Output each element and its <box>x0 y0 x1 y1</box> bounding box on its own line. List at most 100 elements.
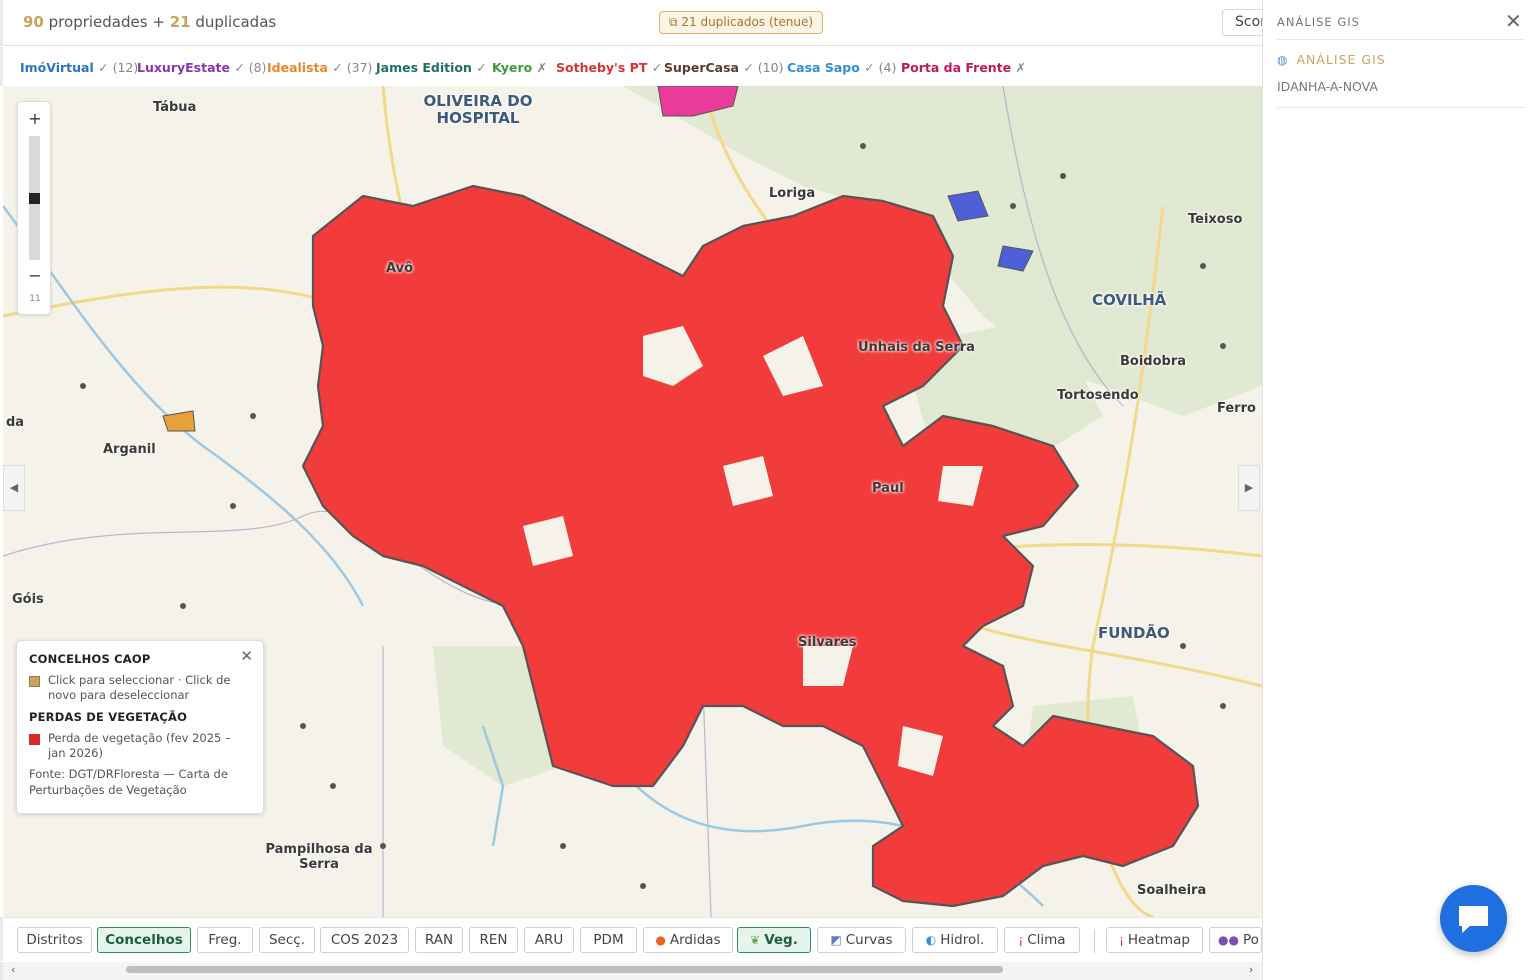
layer-aru-button[interactable]: ARU <box>524 927 574 953</box>
place-arganil: Arganil <box>103 442 156 457</box>
section-title: ANÁLISE GIS <box>1296 52 1386 67</box>
legend-title-vegetacao: PERDAS DE VEGETAÇÃO <box>29 710 188 724</box>
leaf-icon: ❦ <box>750 933 761 947</box>
duplicate-count: 21 <box>169 13 191 31</box>
scroll-right-icon[interactable]: › <box>1249 963 1253 976</box>
source-name: Casa Sapo <box>787 60 860 75</box>
thermometer-icon: ¡ <box>1119 933 1124 947</box>
collapse-left-button[interactable]: ◀ <box>3 465 25 511</box>
zoom-control: + − 11 <box>17 101 51 315</box>
expand-right-button[interactable]: ▶ <box>1238 465 1260 511</box>
layer-pdm-button[interactable]: PDM <box>580 927 637 953</box>
top-bar: 90 propriedades + 21 duplicadas ⧉ 21 dup… <box>0 0 1282 46</box>
legend-source: Fonte: DGT/DRFloresta — Carta de Perturb… <box>29 767 228 797</box>
source-porta-da-frente[interactable]: Porta da Frente ✗ <box>901 60 1026 75</box>
people-icon: ●● <box>1218 933 1239 947</box>
layer-seccoes-button[interactable]: Secç. <box>259 927 315 953</box>
layer-vegetacao-button[interactable]: ❦ Veg. <box>737 927 811 953</box>
legend-item-label: Perda de vegetação (fev 2025 – jan 2026) <box>48 731 231 760</box>
source-name: Kyero <box>492 60 533 75</box>
layer-toolbar: Distritos Concelhos Freg. Secç. COS 2023… <box>0 917 1262 961</box>
place-fundao: FUNDÃO <box>1098 624 1170 642</box>
scroll-left-icon[interactable]: ‹ <box>11 963 15 976</box>
source-imovirtual[interactable]: ImóVirtual ✓ (12) <box>20 60 138 75</box>
layer-clima-label: Clima <box>1027 932 1066 948</box>
gis-analysis-panel: ANÁLISE GIS ✕ ◍ ANÁLISE GIS IDANHA-A-NOVA <box>1262 0 1536 980</box>
toolbar-divider <box>1094 929 1095 953</box>
place-tortosendo: Tortosendo <box>1057 388 1139 403</box>
zoom-in-button[interactable]: + <box>18 109 52 128</box>
layer-ren-button[interactable]: REN <box>469 927 518 953</box>
zoom-slider-handle[interactable] <box>29 193 40 204</box>
toolbar-scrollbar[interactable]: ‹ › <box>0 962 1262 980</box>
layer-distritos-button[interactable]: Distritos <box>17 927 92 953</box>
zoom-level: 11 <box>29 294 41 304</box>
layer-ran-button[interactable]: RAN <box>415 927 463 953</box>
chat-button[interactable] <box>1440 885 1507 952</box>
layer-hidrologia-button[interactable]: ◐ Hidrol. <box>912 927 998 953</box>
chart-icon: ◩ <box>830 933 842 947</box>
place-gois: Góis <box>12 592 44 607</box>
place-paul: Paul <box>872 481 904 496</box>
place-pampilhosa-da-serra: Pampilhosa da Serra <box>265 842 373 872</box>
layer-curvas-label: Curvas <box>845 932 893 948</box>
chat-icon <box>1459 906 1488 933</box>
source-name: ImóVirtual <box>20 60 94 75</box>
layer-clima-button[interactable]: ¡ Clima <box>1004 927 1080 953</box>
source-name: James Edition <box>376 60 472 75</box>
source-meta: ✓ (8) <box>234 60 267 75</box>
place-avo: Avô <box>386 261 414 276</box>
fire-icon: ● <box>655 933 666 947</box>
source-name: SuperCasa <box>664 60 739 75</box>
source-meta: ✓ (12) <box>98 60 139 75</box>
source-supercasa[interactable]: SuperCasa ✓ (10) <box>664 60 783 75</box>
water-icon: ◐ <box>925 933 937 947</box>
source-casa-sapo[interactable]: Casa Sapo ✓ (4) <box>787 60 896 75</box>
place-loriga: Loriga <box>769 186 816 201</box>
source-meta: ✓ (10) <box>743 60 784 75</box>
source-luxuryestate[interactable]: LuxuryEstate ✓ (8) <box>137 60 267 75</box>
duplicates-badge[interactable]: ⧉ 21 duplicados (tenue) <box>659 11 824 34</box>
legend-close-icon[interactable]: ✕ <box>240 647 253 665</box>
layer-curvas-button[interactable]: ◩ Curvas <box>817 927 906 953</box>
section-header: ◍ ANÁLISE GIS <box>1277 52 1386 67</box>
source-filter-bar: ImóVirtual ✓ (12) LuxuryEstate ✓ (8) Ide… <box>0 47 1262 86</box>
legend-title-concelhos: CONCELHOS CAOP <box>29 652 151 666</box>
source-kyero[interactable]: Kyero ✗ <box>492 60 547 75</box>
divider <box>1277 107 1525 108</box>
layer-cos2023-button[interactable]: COS 2023 <box>320 927 409 953</box>
zoom-out-button[interactable]: − <box>18 266 52 285</box>
place-covilha: COVILHÃ <box>1092 291 1167 309</box>
place-soalheira: Soalheira <box>1137 883 1207 898</box>
layer-ardidas-label: Ardidas <box>669 932 721 948</box>
place-da: da <box>6 415 25 430</box>
property-counts: 90 propriedades + 21 duplicadas <box>23 13 276 31</box>
source-james-edition[interactable]: James Edition ✓ <box>376 60 487 75</box>
source-sothebys[interactable]: Sotheby's PT ✓ <box>556 60 662 75</box>
divider <box>1277 39 1525 40</box>
place-boidobra: Boidobra <box>1120 354 1187 369</box>
source-idealista[interactable]: Idealista ✓ (37) <box>267 60 372 75</box>
place-ferro: Ferro <box>1217 401 1256 416</box>
place-teixoso: Teixoso <box>1188 212 1243 227</box>
source-name: Sotheby's PT <box>556 60 648 75</box>
scrollbar-thumb[interactable] <box>126 966 1003 973</box>
property-count-label: propriedades + <box>48 13 165 31</box>
panel-close-icon[interactable]: ✕ <box>1505 9 1522 33</box>
source-meta: ✓ <box>651 60 663 75</box>
layer-freguesias-button[interactable]: Freg. <box>197 927 253 953</box>
layer-hidrologia-label: Hidrol. <box>940 932 985 948</box>
orange-patch <box>162 410 196 432</box>
layer-concelhos-button[interactable]: Concelhos <box>97 927 191 953</box>
legend-item-concelhos: Click para seleccionar · Click de novo p… <box>29 673 251 703</box>
location-name: IDANHA-A-NOVA <box>1277 79 1378 94</box>
thermometer-icon: ¡ <box>1018 933 1024 947</box>
panel-title: ANÁLISE GIS <box>1277 15 1360 29</box>
layer-population-label: Po <box>1242 932 1259 948</box>
layer-heatmap-button[interactable]: ¡ Heatmap <box>1106 927 1203 953</box>
property-count: 90 <box>23 13 44 31</box>
source-name: Idealista <box>267 60 328 75</box>
layer-population-button[interactable]: ●● Po <box>1209 927 1262 953</box>
layer-ardidas-button[interactable]: ● Ardidas <box>643 927 733 953</box>
source-meta: ✗ <box>1015 60 1026 75</box>
